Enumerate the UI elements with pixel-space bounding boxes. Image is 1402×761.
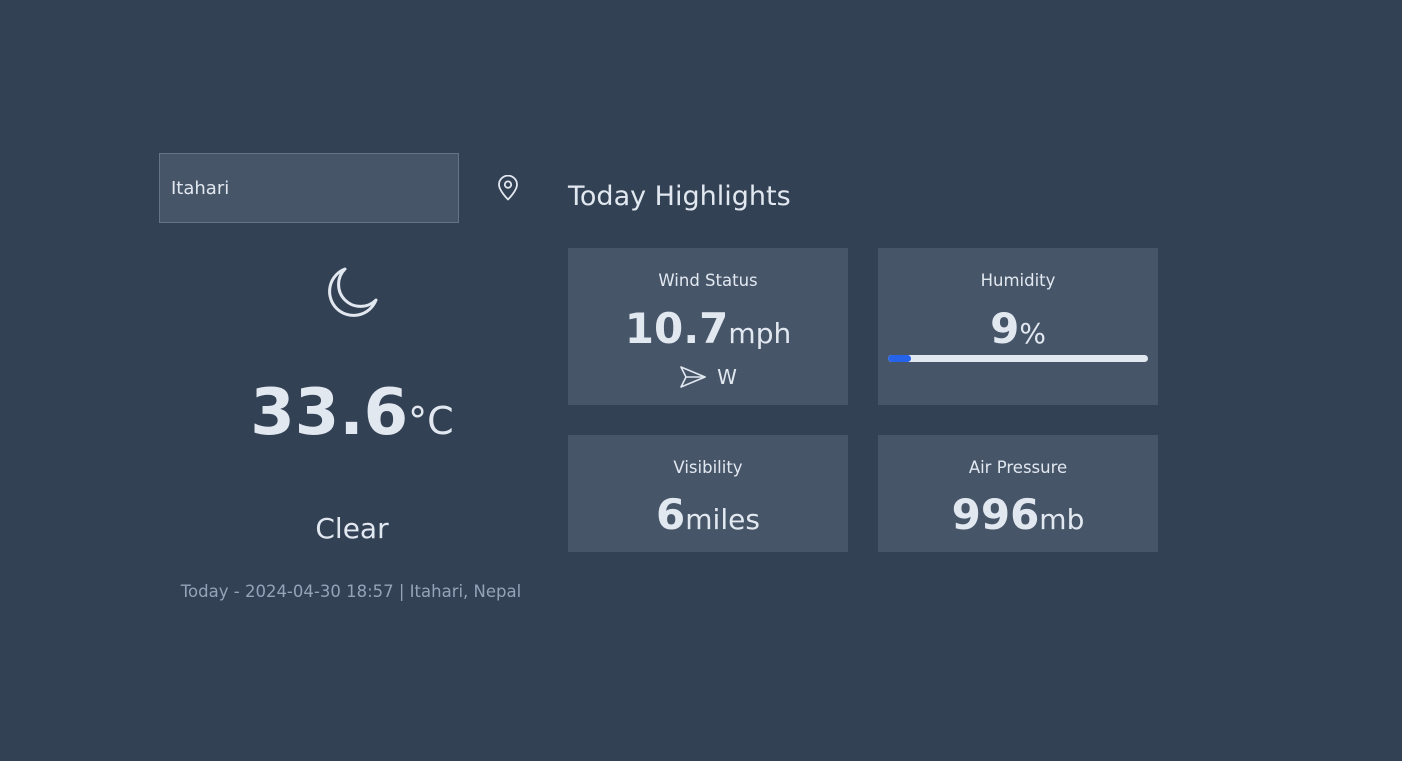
humidity-card: Humidity 9% — [878, 248, 1158, 405]
navigation-arrow-icon — [680, 366, 706, 388]
location-button[interactable] — [491, 170, 525, 206]
wind-status-card: Wind Status 10.7mph W — [568, 248, 848, 405]
weather-condition: Clear — [315, 512, 389, 545]
visibility-card: Visibility 6miles — [568, 435, 848, 552]
humidity-value: 9 — [990, 304, 1020, 353]
air-pressure-value: 996 — [951, 490, 1040, 539]
air-pressure-unit: mb — [1039, 503, 1085, 536]
wind-status-title: Wind Status — [658, 271, 758, 290]
temperature-unit: °C — [408, 399, 454, 443]
air-pressure-title: Air Pressure — [968, 458, 1068, 477]
wind-speed-unit: mph — [728, 317, 792, 350]
humidity-reading: 9% — [878, 304, 1158, 353]
date-location-text: Today - 2024-04-30 18:57 | Itahari, Nepa… — [180, 582, 522, 601]
visibility-title: Visibility — [673, 458, 743, 477]
humidity-progress-bar — [888, 355, 1148, 362]
wind-speed-value: 10.7 — [624, 304, 729, 353]
air-pressure-reading: 996mb — [878, 490, 1158, 539]
visibility-value: 6 — [656, 490, 686, 539]
visibility-reading: 6miles — [568, 490, 848, 539]
moon-icon — [328, 267, 378, 317]
humidity-unit: % — [1019, 317, 1046, 350]
map-pin-icon — [498, 175, 518, 201]
humidity-title: Humidity — [980, 271, 1056, 290]
current-temperature: 33.6°C — [160, 376, 544, 450]
city-search-input[interactable] — [159, 153, 459, 223]
wind-direction-label: W — [717, 365, 737, 389]
highlights-title: Today Highlights — [568, 181, 791, 212]
air-pressure-card: Air Pressure 996mb — [878, 435, 1158, 552]
wind-speed: 10.7mph — [568, 304, 848, 353]
visibility-unit: miles — [685, 503, 760, 536]
humidity-progress-fill — [888, 355, 912, 362]
temperature-value: 33.6 — [250, 376, 409, 450]
wind-direction: W — [568, 365, 848, 389]
